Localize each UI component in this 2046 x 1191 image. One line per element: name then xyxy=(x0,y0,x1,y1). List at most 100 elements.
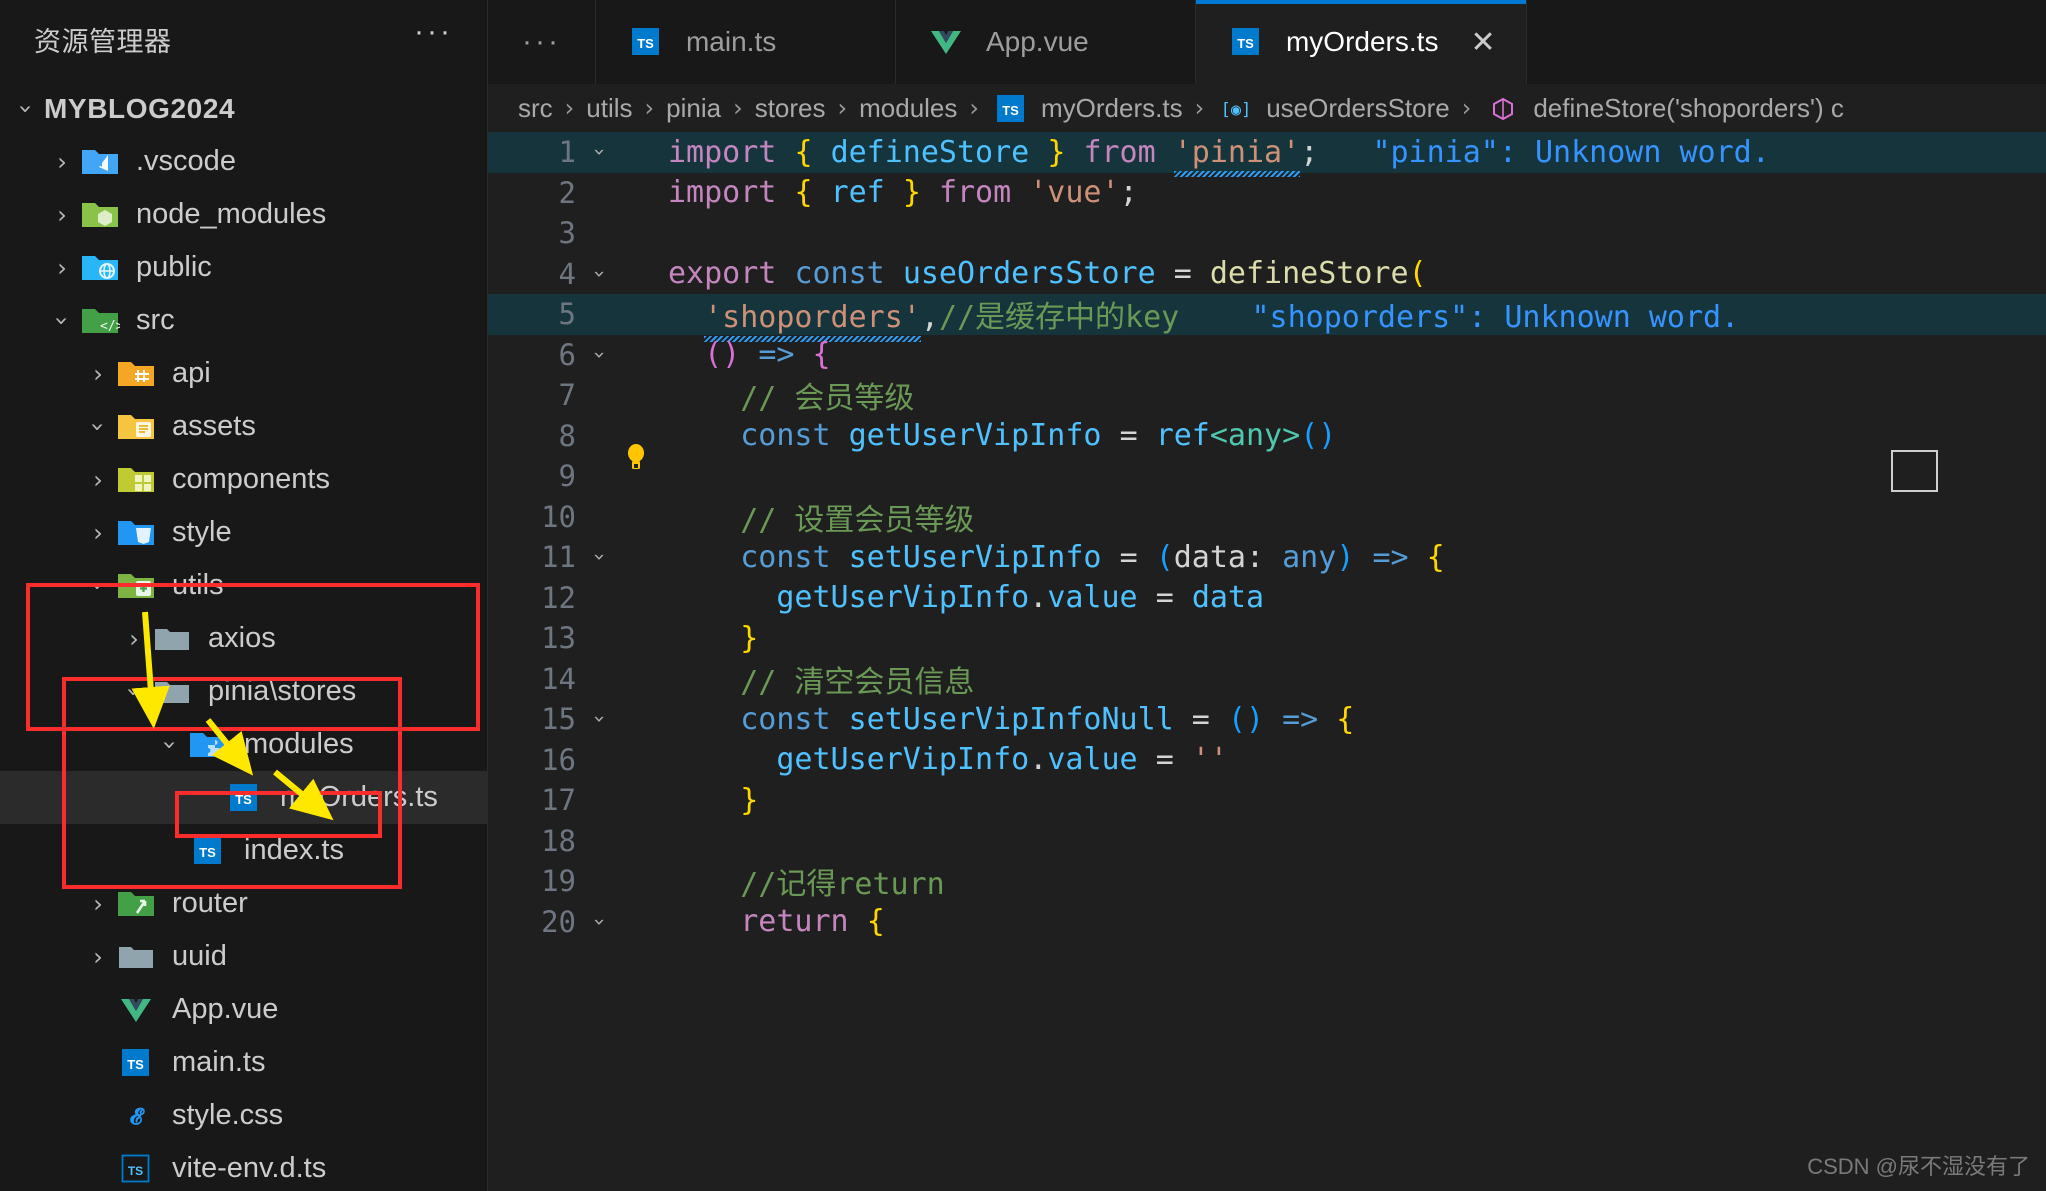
breadcrumb-item-modules[interactable]: modules xyxy=(859,93,957,124)
line-number: 18 xyxy=(541,823,576,858)
chevron-down-icon[interactable]: › xyxy=(84,568,112,604)
chevron-right-icon[interactable]: › xyxy=(44,203,80,227)
code-line-1[interactable]: 1 › import { defineStore } from 'pinia'; "… xyxy=(488,132,2046,173)
chevron-right-icon[interactable]: › xyxy=(116,627,152,651)
code-line-6[interactable]: 6 › () => { xyxy=(488,335,2046,376)
code-line-16[interactable]: 16 getUserVipInfo.value = '' xyxy=(488,740,2046,781)
chevron-right-icon[interactable]: › xyxy=(80,892,116,916)
chevron-down-icon[interactable]: › xyxy=(48,303,76,339)
tab-close-icon[interactable]: ✕ xyxy=(1470,25,1495,60)
tree-root-label: MYBLOG2024 xyxy=(44,92,236,124)
fold-area[interactable]: › xyxy=(580,140,620,164)
tree-item-label: axios xyxy=(208,622,276,654)
code-line-19[interactable]: 19 //记得return xyxy=(488,861,2046,902)
fold-area[interactable]: › xyxy=(580,545,620,569)
code-line-9[interactable]: 9 xyxy=(488,456,2046,497)
code-line-3[interactable]: 3 xyxy=(488,213,2046,254)
code-text: const getUserVipInfo = ref<any>() xyxy=(740,418,1337,454)
chevron-right-icon[interactable]: › xyxy=(80,468,116,492)
tab-main-ts[interactable]: TS main.ts xyxy=(595,0,896,84)
chevron-right-icon[interactable]: › xyxy=(44,256,80,280)
tree-item-utils[interactable]: › utils xyxy=(0,559,487,612)
tree-item-components[interactable]: › components xyxy=(0,453,487,506)
tab-overflow-icon[interactable]: ··· xyxy=(488,0,596,84)
breadcrumb-separator: › xyxy=(1194,94,1205,122)
tree-item-node_modules[interactable]: › node_modules xyxy=(0,188,487,241)
breadcrumb-label: useOrdersStore xyxy=(1266,92,1450,123)
fold-chevron-icon[interactable]: › xyxy=(588,715,612,723)
line-number: 13 xyxy=(541,621,576,656)
tree-item-vite-env-d-ts[interactable]: TS vite-env.d.ts xyxy=(0,1142,487,1191)
fold-chevron-icon[interactable]: › xyxy=(588,553,612,561)
line-number: 12 xyxy=(541,580,576,615)
code-line-12[interactable]: 12 getUserVipInfo.value = data xyxy=(488,578,2046,619)
code-line-14[interactable]: 14 // 清空会员信息 xyxy=(488,659,2046,700)
breadcrumb-separator: › xyxy=(733,94,743,122)
fold-area[interactable]: › xyxy=(580,262,620,286)
fold-chevron-icon[interactable]: › xyxy=(588,270,612,278)
code-line-5[interactable]: 5 'shoporders',//是缓存中的key "shoporders": … xyxy=(488,294,2046,335)
code-line-11[interactable]: 11 › const setUserVipInfo = (data: any) =… xyxy=(488,537,2046,578)
code-line-17[interactable]: 17 } xyxy=(488,780,2046,821)
chevron-right-icon[interactable]: › xyxy=(80,362,116,386)
chevron-down-icon[interactable]: › xyxy=(84,409,112,445)
fold-chevron-icon[interactable]: › xyxy=(588,918,612,926)
tree-item-style-css[interactable]: 𝓔style.css xyxy=(0,1089,487,1142)
tree-item-style[interactable]: › style xyxy=(0,506,487,559)
tree-item-main-ts[interactable]: TS main.ts xyxy=(0,1036,487,1089)
code-line-8[interactable]: 8 const getUserVipInfo = ref<any>() xyxy=(488,416,2046,469)
ts-file-icon: TS xyxy=(626,24,668,60)
tree-item-src[interactable]: › </> src xyxy=(0,294,487,347)
breadcrumb-separator: › xyxy=(564,94,575,122)
code-line-7[interactable]: 7 // 会员等级 xyxy=(488,375,2046,416)
breadcrumb-item-definestoreshopordersc[interactable]: defineStore('shoporders') c xyxy=(1483,91,1844,125)
code-line-10[interactable]: 10 // 设置会员等级 xyxy=(488,497,2046,538)
tab-app-vue[interactable]: App.vue xyxy=(895,0,1196,84)
chevron-down-icon[interactable]: › xyxy=(120,674,148,710)
file-tree[interactable]: › MYBLOG2024 › .vscode › node_modules › publi… xyxy=(0,78,487,1191)
code-editor[interactable]: 1 › import { defineStore } from 'pinia'; "… xyxy=(488,132,2046,1191)
fold-chevron-icon[interactable]: › xyxy=(588,351,612,359)
fold-area[interactable]: › xyxy=(580,707,620,731)
breadcrumb-item-stores[interactable]: stores xyxy=(755,93,826,124)
tree-item-pinia-stores[interactable]: › pinia\stores xyxy=(0,665,487,718)
chevron-right-icon[interactable]: › xyxy=(80,945,116,969)
tree-item-label: main.ts xyxy=(172,1046,266,1078)
tree-item-public[interactable]: › public xyxy=(0,241,487,294)
tree-item-modules[interactable]: › modules xyxy=(0,718,487,771)
breadcrumb-item-utils[interactable]: utils xyxy=(586,93,632,124)
tree-item--vscode[interactable]: › .vscode xyxy=(0,135,487,188)
code-line-4[interactable]: 4 › export const useOrdersStore = defineSt… xyxy=(488,254,2046,295)
fold-area[interactable]: › xyxy=(580,910,620,934)
fold-chevron-icon[interactable]: › xyxy=(588,148,612,156)
code-line-20[interactable]: 20 › return { xyxy=(488,902,2046,943)
chevron-down-icon[interactable]: › xyxy=(156,727,184,763)
chevron-down-icon[interactable]: › xyxy=(12,91,40,127)
chevron-right-icon[interactable]: › xyxy=(80,521,116,545)
tab-myorders-ts[interactable]: TS myOrders.ts ✕ xyxy=(1195,0,1527,84)
tree-item-axios[interactable]: › axios xyxy=(0,612,487,665)
breadcrumb-item-myordersts[interactable]: TS myOrders.ts xyxy=(991,91,1183,125)
node-folder-icon xyxy=(80,197,122,233)
breadcrumb-item-pinia[interactable]: pinia xyxy=(666,93,721,124)
tree-item-assets[interactable]: › assets xyxy=(0,400,487,453)
tree-item-router[interactable]: › router xyxy=(0,877,487,930)
line-number: 15 xyxy=(541,702,576,737)
breadcrumb-item-useordersstore[interactable]: [◉] useOrdersStore xyxy=(1216,91,1450,125)
code-text: import { defineStore } from 'pinia'; "pi… xyxy=(668,134,1770,170)
tree-item-index-ts[interactable]: TS index.ts xyxy=(0,824,487,877)
breadcrumb[interactable]: src › utils › pinia › stores › modules › TS myOrder… xyxy=(488,84,2046,132)
tree-item-app-vue[interactable]: App.vue xyxy=(0,983,487,1036)
code-line-18[interactable]: 18 xyxy=(488,821,2046,862)
code-line-15[interactable]: 15 › const setUserVipInfoNull = () => { xyxy=(488,699,2046,740)
tree-root-myblog2024[interactable]: › MYBLOG2024 xyxy=(0,82,487,135)
tree-item-uuid[interactable]: › uuid xyxy=(0,930,487,983)
code-line-13[interactable]: 13 } xyxy=(488,618,2046,659)
breadcrumb-item-src[interactable]: src xyxy=(518,93,553,124)
tree-item-myorders-ts[interactable]: TS myOrders.ts xyxy=(0,771,487,824)
fold-area[interactable]: › xyxy=(580,343,620,367)
explorer-more-icon[interactable]: ··· xyxy=(414,17,453,53)
code-line-2[interactable]: 2 import { ref } from 'vue'; xyxy=(488,173,2046,214)
chevron-right-icon[interactable]: › xyxy=(44,150,80,174)
tree-item-api[interactable]: › api xyxy=(0,347,487,400)
